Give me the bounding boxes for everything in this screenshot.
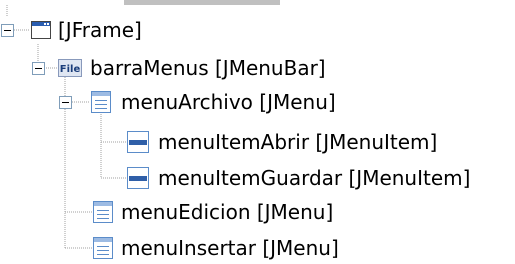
tree-node-barramenus[interactable]: barraMenus [JMenuBar]: [90, 56, 326, 80]
frame-icon: [31, 21, 51, 39]
menu-icon: [91, 91, 111, 113]
collapse-toggle-jframe[interactable]: [1, 24, 14, 37]
menuitem-icon: [127, 167, 149, 189]
component-tree: [JFrame] File barraMenus [JMenuBar] menu…: [0, 0, 515, 264]
tree-node-menuedicion[interactable]: menuEdicion [JMenu]: [121, 200, 333, 224]
menubar-file-icon: File: [58, 59, 82, 77]
svg-text:File: File: [60, 64, 81, 75]
tree-node-menuinsertar[interactable]: menuInsertar [JMenu]: [121, 236, 339, 260]
menu-icon: [93, 201, 113, 223]
tree-node-menuitemguardar[interactable]: menuItemGuardar [JMenuItem]: [158, 166, 470, 190]
tree-node-menuitemabrir[interactable]: menuItemAbrir [JMenuItem]: [158, 130, 437, 154]
collapse-toggle-menuarchivo[interactable]: [59, 96, 72, 109]
menuitem-icon: [127, 131, 149, 153]
menu-icon: [93, 237, 113, 259]
tree-node-menuarchivo[interactable]: menuArchivo [JMenu]: [121, 90, 336, 114]
collapse-toggle-barramenus[interactable]: [32, 62, 45, 75]
tree-node-jframe[interactable]: [JFrame]: [58, 18, 142, 42]
